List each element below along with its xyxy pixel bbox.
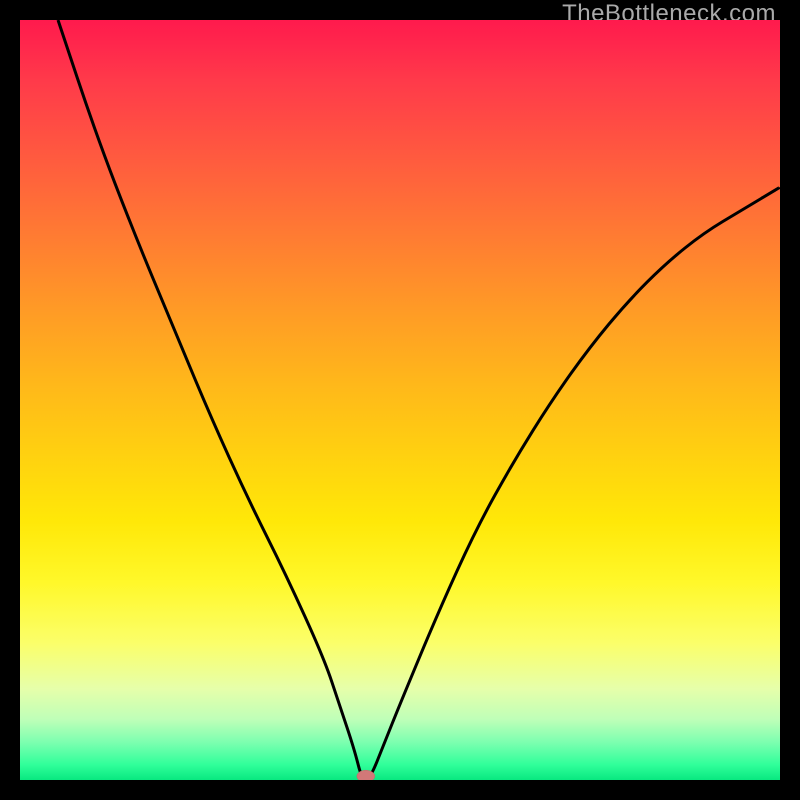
- minimum-marker: [357, 770, 375, 780]
- chart-frame: TheBottleneck.com: [0, 0, 800, 800]
- plot-area: [20, 20, 780, 780]
- bottleneck-curve: [58, 20, 780, 780]
- curve-svg: [20, 20, 780, 780]
